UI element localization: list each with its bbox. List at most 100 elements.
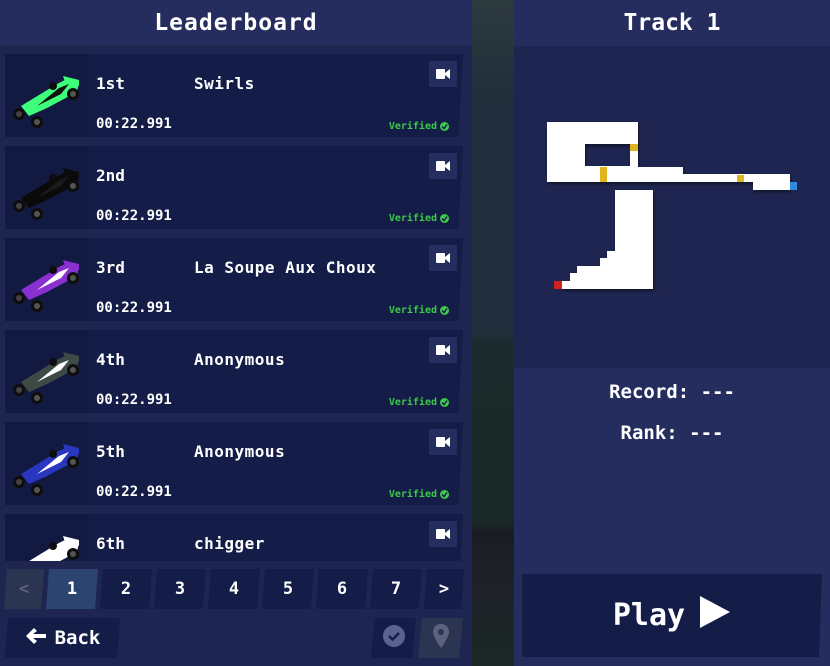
watch-replay-button[interactable] xyxy=(429,429,457,455)
leaderboard-row[interactable]: 5th Anonymous 00:22.991 Verified xyxy=(5,422,463,505)
watch-replay-button[interactable] xyxy=(429,337,457,363)
verified-label: Verified xyxy=(388,397,437,408)
back-label: Back xyxy=(54,627,101,649)
leaderboard-row[interactable]: 6th chigger xyxy=(5,514,463,561)
location-filter-button[interactable] xyxy=(418,618,463,658)
rank-label: 4th xyxy=(96,350,125,369)
track-map-drawing xyxy=(547,122,797,289)
verified-label: Verified xyxy=(388,305,437,316)
car-thumbnail xyxy=(5,54,88,137)
watch-replay-button[interactable] xyxy=(429,521,457,547)
verified-badge: Verified xyxy=(389,121,449,132)
play-label: Play xyxy=(612,598,686,633)
verified-badge: Verified xyxy=(389,305,449,316)
car-thumbnail xyxy=(5,330,88,413)
car-thumbnail xyxy=(5,238,88,321)
car-thumbnail xyxy=(5,146,88,229)
car-icon xyxy=(13,352,79,404)
checkpoint-marker xyxy=(737,175,744,182)
rank-label: 2nd xyxy=(96,166,125,185)
track-segment-lower xyxy=(562,190,653,289)
lap-time: 00:22.991 xyxy=(96,392,172,408)
page-button-4[interactable]: 4 xyxy=(208,569,260,609)
start-marker xyxy=(554,281,562,289)
track-segment-loop xyxy=(547,122,738,182)
video-camera-icon xyxy=(436,437,450,447)
verified-badge: Verified xyxy=(389,397,449,408)
rank-label: 6th xyxy=(96,534,125,553)
game-background xyxy=(472,0,514,666)
arrow-left-icon xyxy=(25,627,47,650)
leaderboard-title: Leaderboard xyxy=(0,0,472,45)
car-thumbnail xyxy=(5,514,88,561)
player-name: Anonymous xyxy=(194,350,286,369)
car-thumbnail xyxy=(5,422,88,505)
page-button-6[interactable]: 6 xyxy=(316,569,368,609)
watch-replay-button[interactable] xyxy=(429,245,457,271)
car-icon xyxy=(13,444,79,496)
pagination: < 1 2 3 4 5 6 7 > xyxy=(4,569,464,609)
verified-badge: Verified xyxy=(389,489,449,500)
leaderboard-panel: Leaderboard 1st Swirls 00:22.991 Verified 2n… xyxy=(0,0,472,666)
lap-time: 00:22.991 xyxy=(96,208,172,224)
page-button-7[interactable]: 7 xyxy=(370,569,422,609)
lap-time: 00:22.991 xyxy=(96,300,172,316)
verified-label: Verified xyxy=(388,121,437,132)
video-camera-icon xyxy=(436,253,450,263)
player-name: Anonymous xyxy=(194,442,286,461)
rank-text: Rank: --- xyxy=(620,422,724,444)
car-icon xyxy=(13,168,79,220)
player-name: chigger xyxy=(194,534,265,553)
player-name: La Soupe Aux Choux xyxy=(194,258,377,277)
rank-label: 3rd xyxy=(96,258,125,277)
checkpoint-marker xyxy=(630,144,638,151)
track-map xyxy=(514,46,830,368)
lap-time: 00:22.991 xyxy=(96,116,172,132)
check-circle-icon xyxy=(440,490,449,499)
video-camera-icon xyxy=(436,529,450,539)
verified-badge: Verified xyxy=(389,213,449,224)
car-icon xyxy=(13,260,79,312)
check-circle-icon xyxy=(440,306,449,315)
player-name: Swirls xyxy=(194,74,255,93)
track-segment-straight xyxy=(652,174,790,182)
record-text: Record: --- xyxy=(609,381,735,403)
rank-label: 1st xyxy=(96,74,125,93)
back-button[interactable]: Back xyxy=(5,618,120,658)
video-camera-icon xyxy=(436,69,450,79)
car-icon xyxy=(13,76,79,128)
video-camera-icon xyxy=(436,345,450,355)
video-camera-icon xyxy=(436,161,450,171)
watch-replay-button[interactable] xyxy=(429,153,457,179)
page-button-5[interactable]: 5 xyxy=(262,569,314,609)
check-circle-icon xyxy=(440,398,449,407)
leaderboard-list[interactable]: 1st Swirls 00:22.991 Verified 2nd 00:22.991 Ve… xyxy=(0,46,472,561)
leaderboard-row[interactable]: 1st Swirls 00:22.991 Verified xyxy=(5,54,463,137)
verified-filter-button[interactable] xyxy=(371,618,416,658)
checkpoint-marker xyxy=(600,167,607,182)
leaderboard-row[interactable]: 2nd 00:22.991 Verified xyxy=(5,146,463,229)
play-icon xyxy=(699,595,731,637)
track-title: Track 1 xyxy=(623,9,721,36)
finish-marker xyxy=(790,182,797,190)
verified-label: Verified xyxy=(388,213,437,224)
page-button-1[interactable]: 1 xyxy=(46,569,98,609)
check-circle-icon xyxy=(440,214,449,223)
check-circle-icon xyxy=(440,122,449,131)
leaderboard-row[interactable]: 3rd La Soupe Aux Choux 00:22.991 Verified xyxy=(5,238,463,321)
check-circle-icon xyxy=(382,624,406,652)
leaderboard-row[interactable]: 4th Anonymous 00:22.991 Verified xyxy=(5,330,463,413)
prev-page-button[interactable]: < xyxy=(4,569,44,609)
car-icon xyxy=(21,536,79,561)
track-panel: Track 1 Record: --- Rank: --- Play xyxy=(514,0,830,666)
verified-label: Verified xyxy=(388,489,437,500)
next-page-button[interactable]: > xyxy=(424,569,464,609)
track-segment-end xyxy=(753,182,790,190)
watch-replay-button[interactable] xyxy=(429,61,457,87)
map-pin-icon xyxy=(432,623,450,653)
page-button-3[interactable]: 3 xyxy=(154,569,206,609)
lap-time: 00:22.991 xyxy=(96,484,172,500)
page-button-2[interactable]: 2 xyxy=(100,569,152,609)
rank-label: 5th xyxy=(96,442,125,461)
play-button[interactable]: Play xyxy=(522,574,822,657)
